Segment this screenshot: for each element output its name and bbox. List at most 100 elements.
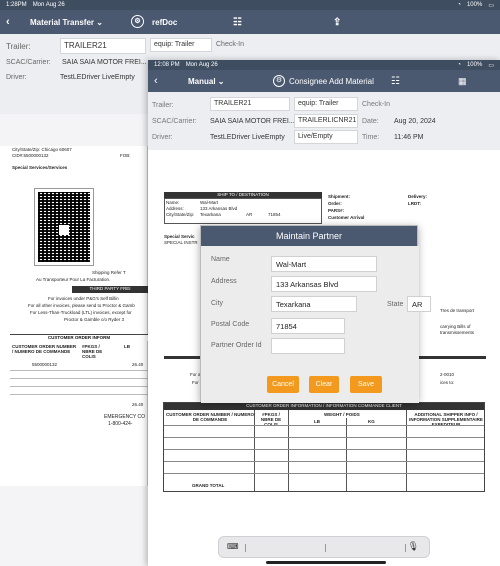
table-row bbox=[164, 425, 484, 426]
back-button[interactable]: ‹ bbox=[154, 75, 158, 87]
maintain-partner-dialog: Maintain Partner Name Address City State… bbox=[200, 225, 431, 403]
col-kg: KG bbox=[368, 419, 375, 424]
time-value[interactable]: 11:46 PM bbox=[394, 134, 423, 141]
barcode-center bbox=[59, 225, 69, 235]
third-party-label: THIRD PARTY FREI bbox=[89, 286, 131, 291]
equip-field[interactable]: equip: Trailer bbox=[294, 97, 358, 111]
driver-value[interactable]: TestLEDriver LiveEmpty bbox=[210, 134, 285, 141]
settings-icon[interactable]: ⚙ bbox=[131, 15, 144, 28]
trailer-field[interactable]: TRAILER21 bbox=[60, 38, 146, 54]
special-instructions: SPECIAL INSTR bbox=[164, 240, 198, 245]
doc-text-right: ices to: bbox=[440, 380, 455, 385]
name-value: Wal-Mart bbox=[200, 200, 219, 205]
doc-text-right: 2-0010 bbox=[440, 372, 455, 377]
name-input[interactable] bbox=[271, 256, 377, 272]
clear-button[interactable]: Clear bbox=[309, 376, 339, 393]
dialog-title: Maintain Partner bbox=[201, 226, 417, 246]
col-divider bbox=[254, 410, 255, 491]
delivery-label: Delivery: bbox=[408, 194, 428, 199]
date-label: Date: bbox=[362, 118, 379, 125]
city-value: Texarkana bbox=[200, 212, 221, 217]
partner-order-id-label: Partner Order Id bbox=[211, 342, 262, 349]
keyboard-icon[interactable]: ⌨ bbox=[227, 542, 239, 551]
col-weight: WEIGHT / POIDS bbox=[324, 412, 360, 417]
home-indicator[interactable] bbox=[266, 561, 386, 564]
license-field[interactable]: TRAILERLICNR21 bbox=[294, 114, 358, 128]
driver-label: Driver: bbox=[152, 134, 173, 141]
table-title-band: CUSTOMER ORDER INFORMATION / INFORMATION… bbox=[164, 403, 484, 410]
note-5: For Less-Than-Truckload (LTL) invoices, … bbox=[30, 310, 132, 315]
nav-title[interactable]: Material Transfer ⌄ bbox=[30, 18, 103, 27]
scac-label: SCAC/Carrier: bbox=[6, 59, 51, 66]
cust-order-label: CUSTOMER ORDER INFORM bbox=[47, 335, 111, 340]
driver-value[interactable]: TestLEDriver LiveEmpty bbox=[60, 74, 135, 81]
col-order-number: CUSTOMER ORDER NUMBER / NUMERO DE COMMAN… bbox=[12, 344, 77, 354]
city-line: City/State/Zip: Chicago 60607 bbox=[12, 147, 72, 152]
scac-value[interactable]: SAIA SAIA MOTOR FREI... bbox=[210, 118, 295, 125]
load-status-field[interactable]: Live/Empty bbox=[294, 130, 358, 144]
share-icon[interactable]: ⇪ bbox=[333, 17, 341, 28]
battery-icon: ▭ bbox=[488, 62, 494, 69]
col-divider bbox=[288, 410, 289, 491]
emergency-text: EMERGENCY CO bbox=[104, 414, 146, 420]
name-label: Name: bbox=[166, 200, 180, 205]
cancel-button[interactable]: Cancel bbox=[267, 376, 299, 393]
table-row bbox=[164, 449, 484, 450]
special-services: Special Servic bbox=[164, 234, 195, 239]
postal-code-input[interactable] bbox=[271, 318, 345, 334]
address-label: Address bbox=[211, 278, 237, 285]
status-time: 12:08 PM bbox=[154, 62, 180, 68]
scac-value[interactable]: SAIA SAIA MOTOR FREI... bbox=[62, 59, 147, 66]
note-6: Proctor & Gamble c/o Ryder 3 bbox=[64, 317, 125, 322]
status-bar: 1:28PM Mon Aug 26 ◔ 100% ▭ bbox=[0, 0, 500, 10]
battery-level: 100% bbox=[466, 62, 483, 68]
row-divider bbox=[10, 370, 148, 371]
arrival-label: Customer Arrival bbox=[328, 215, 365, 220]
equip-field[interactable]: equip: Trailer bbox=[150, 38, 212, 52]
settings-icon[interactable]: ⚙ bbox=[273, 75, 285, 87]
status-bar: 12:08 PM Mon Aug 26 ◔ 100% ▭ bbox=[148, 60, 500, 70]
calendar-icon[interactable]: ▦ bbox=[458, 76, 467, 87]
partner-order-id-input[interactable] bbox=[271, 338, 345, 354]
checkin-label: Check-In bbox=[362, 101, 391, 108]
trailer-field[interactable]: TRAILER21 bbox=[210, 97, 290, 111]
shipment-label: Shipment: bbox=[328, 194, 350, 199]
city-input[interactable] bbox=[271, 296, 357, 312]
wifi-icon: ◔ bbox=[457, 2, 461, 8]
col-lb: LB bbox=[124, 344, 130, 349]
state-value: AR bbox=[246, 212, 253, 217]
state-input[interactable] bbox=[407, 296, 431, 312]
order-amount: 26.40 bbox=[132, 362, 144, 367]
divider bbox=[325, 544, 326, 552]
add-material-button[interactable]: Add Material bbox=[329, 77, 374, 86]
battery-icon: ▭ bbox=[488, 2, 494, 9]
order-label: Order: bbox=[328, 201, 342, 206]
consignee-tab[interactable]: Consignee bbox=[289, 77, 327, 86]
header-fields: Trailer: TRAILER21 equip: Trailer Check-… bbox=[148, 92, 500, 150]
third-party-band: THIRD PARTY FREI bbox=[72, 286, 148, 293]
address-input[interactable] bbox=[271, 276, 377, 292]
barcode bbox=[34, 188, 94, 266]
list-icon[interactable]: ☷ bbox=[391, 76, 400, 87]
table-title: CUSTOMER ORDER INFORMATION / INFORMATION… bbox=[246, 403, 402, 408]
nav-title[interactable]: Manual ⌄ bbox=[188, 77, 224, 86]
time-label: Time: bbox=[362, 134, 380, 141]
col-pkgs: #PKGS / NBRE DE COLIS bbox=[82, 344, 103, 359]
screen: 1:28PM Mon Aug 26 ◔ 100% ▭ ‹ Material Tr… bbox=[0, 0, 500, 566]
doc-text-right: transmissements bbox=[440, 330, 475, 335]
date-value[interactable]: Aug 20, 2024 bbox=[394, 118, 436, 125]
note-3: For invoices under P&G's Self Billin bbox=[48, 296, 119, 301]
special-services: Special Services/Services bbox=[12, 165, 68, 170]
wifi-icon: ◔ bbox=[457, 62, 461, 68]
lrdt-label: LRDT: bbox=[408, 201, 421, 206]
nav-bar: ‹ Manual ⌄ ⚙ Consignee Add Material ☷ ▦ bbox=[148, 70, 500, 92]
microphone-icon[interactable]: 🎙 bbox=[408, 541, 419, 552]
note-4: For all other invoices, please send to P… bbox=[28, 303, 135, 308]
save-button[interactable]: Save bbox=[350, 376, 382, 393]
list-icon[interactable]: ☷ bbox=[233, 17, 242, 28]
ship-to-label: SHIP TO / DESTINATION bbox=[217, 192, 269, 197]
nav-bar: ‹ Material Transfer ⌄ ⚙ refDoc ☷ ⇪ bbox=[0, 10, 500, 34]
col-divider bbox=[346, 418, 347, 491]
trailer-label: Trailer: bbox=[6, 42, 31, 51]
back-button[interactable]: ‹ bbox=[6, 16, 10, 28]
